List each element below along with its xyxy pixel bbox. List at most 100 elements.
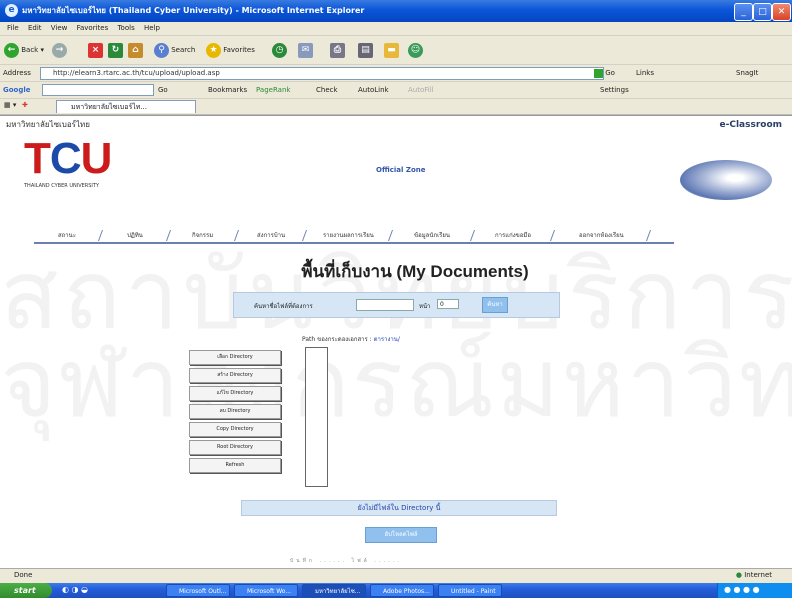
messenger-icon: ☺	[408, 42, 423, 58]
check-button[interactable]: Check	[316, 84, 338, 96]
folder-button[interactable]: ▬	[384, 41, 399, 59]
google-search-input[interactable]	[42, 84, 154, 96]
search-icon: ⚲	[154, 42, 169, 58]
tab-bar: ▦ ▾ ✚ มหาวิทยาลัยไซเบอร์ไท...	[0, 99, 792, 115]
status-bar: Done ● Internet	[0, 568, 792, 583]
taskbar: start ◐ ◑ ◒ Microsoft Outl... Microsoft …	[0, 583, 792, 598]
nav-item-help[interactable]: การแก่งขอมือ	[471, 230, 556, 241]
search-file-input[interactable]	[356, 299, 414, 311]
nav-item-status[interactable]: สถานะ	[31, 230, 104, 241]
favorites-button[interactable]: ★ Favorites	[206, 41, 255, 59]
task-paint[interactable]: Untitled - Paint	[438, 584, 502, 597]
close-button[interactable]: ✕	[772, 3, 791, 21]
menu-help[interactable]: Help	[144, 22, 160, 35]
history-button[interactable]: ◷	[272, 41, 287, 59]
back-label: Back	[21, 46, 39, 54]
print-button[interactable]: ⎙	[330, 41, 345, 59]
path-label: Path ของกระดองเอกสาร :	[302, 336, 372, 343]
menu-favorites[interactable]: Favorites	[77, 22, 109, 35]
address-input[interactable]: http://elearn3.rtarc.ac.th/tcu/upload/up…	[40, 67, 604, 80]
search-button[interactable]: ⚲ Search	[154, 41, 195, 59]
empty-directory-message: ยังไม่มีไฟล์ใน Directory นี้	[241, 500, 557, 516]
snagit-button[interactable]: SnagIt	[736, 67, 758, 79]
google-go-button[interactable]: Go	[158, 84, 168, 96]
task-word[interactable]: Microsoft Wo...	[234, 584, 298, 597]
messenger-button[interactable]: ☺	[408, 41, 423, 59]
header-swoosh-graphic	[680, 160, 772, 200]
tab-active[interactable]: มหาวิทยาลัยไซเบอร์ไท...	[56, 100, 196, 113]
eclassroom-label: e-Classroom	[719, 120, 783, 130]
back-button[interactable]: ← Back ▾	[4, 41, 44, 59]
minimize-button[interactable]: _	[734, 3, 753, 21]
tcu-logo: TCU THAILAND CYBER UNIVERSITY	[24, 137, 134, 201]
root-directory-button[interactable]: Root Directory	[189, 440, 281, 455]
page-number-input[interactable]: 0	[437, 299, 459, 309]
watermark-university: จุฬาลงกรณ์มหาวิทยาลัย	[0, 330, 792, 437]
nav-item-homework[interactable]: ส่งการบ้าน	[235, 230, 308, 241]
window-title-bar[interactable]: e มหาวิทยาลัยไซเบอร์ไทย (Thailand Cyber …	[0, 0, 792, 22]
system-tray: ● ● ● ●	[717, 583, 792, 598]
delete-directory-button[interactable]: ลบ Directory	[189, 404, 281, 419]
status-text: Done	[14, 571, 33, 579]
nav-item-report[interactable]: รายงานผลการเรียน	[303, 230, 394, 241]
forward-button[interactable]: →	[52, 41, 67, 59]
mail-button[interactable]: ✉	[298, 41, 313, 59]
nav-item-activities[interactable]: กิจกรรม	[167, 230, 240, 241]
menu-bar: File Edit View Favorites Tools Help	[0, 22, 792, 36]
menu-file[interactable]: File	[7, 22, 19, 35]
select-directory-button[interactable]: เลือก Directory	[189, 350, 281, 365]
task-outlook[interactable]: Microsoft Outl...	[166, 584, 230, 597]
create-directory-button[interactable]: สร้าง Directory	[189, 368, 281, 383]
upload-file-button[interactable]: อัปโหลดไฟล์	[365, 527, 437, 543]
directory-list[interactable]	[305, 347, 328, 487]
tray-icons[interactable]: ● ● ● ●	[724, 585, 760, 594]
bookmarks-button[interactable]: Bookmarks	[208, 84, 247, 96]
menu-view[interactable]: View	[51, 22, 68, 35]
folder-icon: ▬	[384, 42, 399, 58]
add-tab-icon[interactable]: ✚	[22, 101, 28, 109]
task-ie[interactable]: มหาวิทยาลัยไซ...	[302, 584, 366, 597]
nav-item-calendar[interactable]: ปฏิทิน	[99, 230, 172, 241]
menu-edit[interactable]: Edit	[28, 22, 42, 35]
copy-directory-button[interactable]: Copy Directory	[189, 422, 281, 437]
tab-list-icon[interactable]: ▦ ▾	[4, 101, 16, 109]
links-button[interactable]: Links	[636, 67, 654, 79]
home-button[interactable]: ⌂	[128, 41, 143, 59]
file-search-box: ค้นหาชื่อไฟล์ที่ต้องการ หน้า 0 ค้นหา	[233, 292, 560, 318]
menu-tools[interactable]: Tools	[117, 22, 134, 35]
back-arrow-icon: ←	[4, 42, 19, 58]
search-file-label: ค้นหาชื่อไฟล์ที่ต้องการ	[254, 303, 313, 310]
refresh-directory-button[interactable]: Refresh	[189, 458, 281, 473]
autolink-button[interactable]: AutoLink	[358, 84, 389, 96]
logo-text: TCU	[24, 134, 112, 183]
google-toolbar: Google Go Bookmarks PageRank Check AutoL…	[0, 82, 792, 99]
ie-icon: e	[5, 4, 18, 17]
site-header: มหาวิทยาลัยไซเบอร์ไทย e-Classroom	[0, 115, 792, 130]
nav-item-exit[interactable]: ออกจากห้องเรียน	[551, 230, 652, 241]
star-icon: ★	[206, 42, 221, 58]
task-photoshop[interactable]: Adobe Photos...	[370, 584, 434, 597]
history-icon: ◷	[272, 42, 287, 58]
start-button[interactable]: start	[0, 583, 52, 598]
autofill-button[interactable]: AutoFill	[408, 84, 434, 96]
edit-icon: ▤	[358, 42, 373, 58]
path-value[interactable]: ตารางาน/	[374, 336, 400, 343]
address-label: Address	[3, 69, 31, 77]
settings-button[interactable]: Settings	[600, 84, 629, 96]
home-icon: ⌂	[128, 42, 143, 58]
refresh-button[interactable]: ↻	[108, 41, 123, 59]
refresh-icon: ↻	[108, 42, 123, 58]
search-file-button[interactable]: ค้นหา	[482, 297, 508, 313]
navigation-toolbar: ← Back ▾ → × ↻ ⌂ ⚲ Search ★ Favorites ◷ …	[0, 36, 792, 65]
university-name: มหาวิทยาลัยไซเบอร์ไทย	[6, 120, 90, 129]
maximize-button[interactable]: □	[753, 3, 772, 21]
google-logo[interactable]: Google	[3, 84, 31, 96]
favorites-label: Favorites	[223, 46, 255, 54]
nav-item-student-info[interactable]: ข้อมูลนักเรียน	[389, 230, 476, 241]
quick-launch-icons[interactable]: ◐ ◑ ◒	[62, 585, 88, 594]
edit-button[interactable]: ▤	[358, 41, 373, 59]
stop-button[interactable]: ×	[88, 41, 103, 59]
go-button[interactable]: Go	[594, 67, 615, 79]
edit-directory-button[interactable]: แก้ไข Directory	[189, 386, 281, 401]
pagerank-indicator[interactable]: PageRank	[256, 84, 290, 96]
